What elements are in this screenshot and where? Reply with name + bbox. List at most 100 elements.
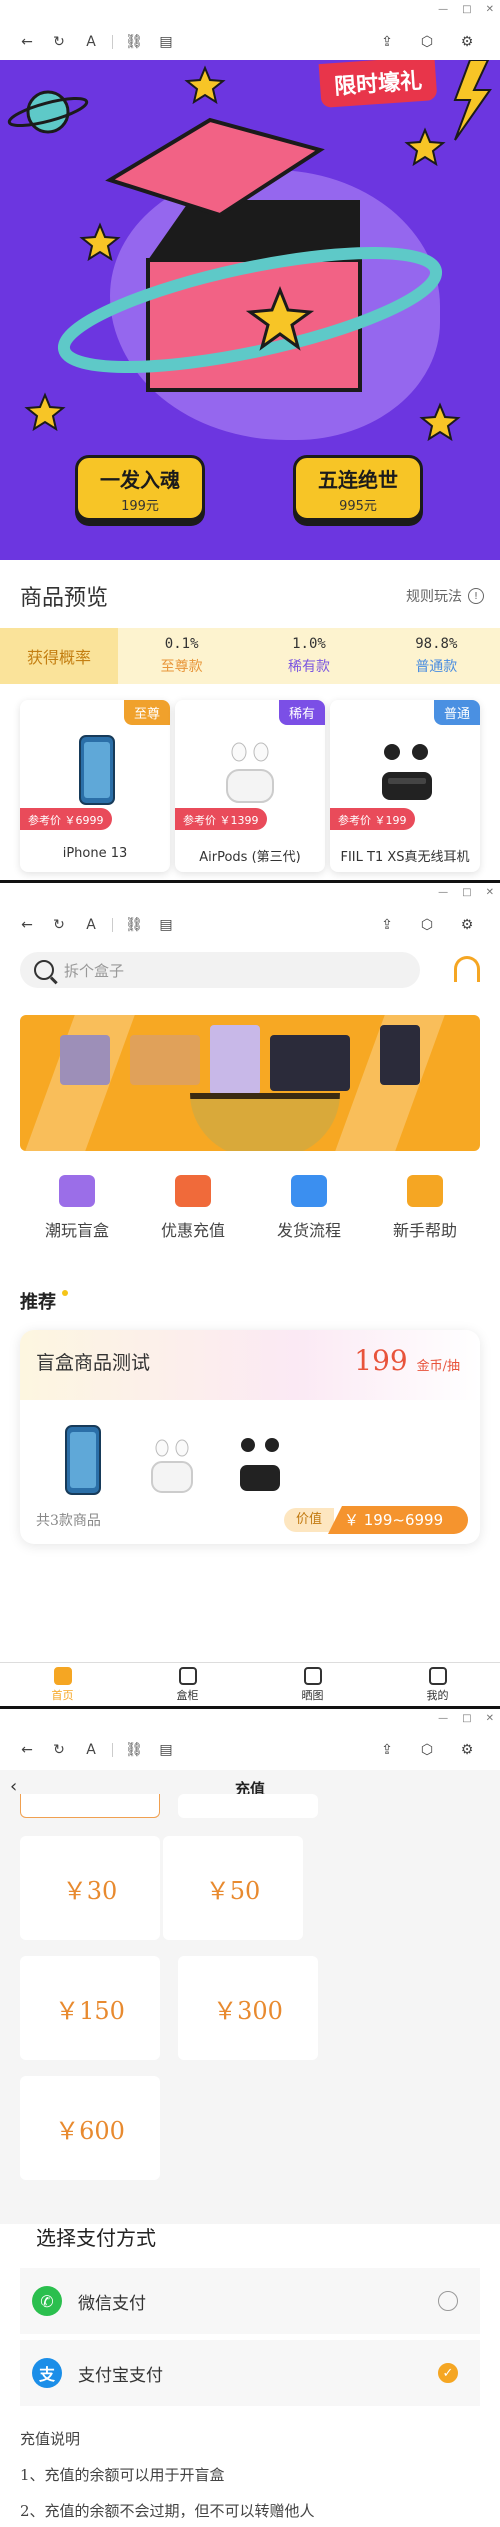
reference-price: 参考价 ￥199: [330, 808, 415, 830]
link-icon[interactable]: ⛓: [121, 1737, 147, 1763]
maximize-icon[interactable]: □: [462, 4, 471, 15]
draw-five-button[interactable]: 五连绝世 995元: [293, 455, 423, 521]
back-arrow-icon[interactable]: ←: [14, 1737, 40, 1763]
refresh-icon[interactable]: ↻: [46, 1737, 72, 1763]
promo-banner[interactable]: [20, 1015, 480, 1151]
window-titlebar: — □ ✕: [0, 1709, 500, 1731]
close-icon[interactable]: ✕: [486, 887, 494, 898]
toolbar-right-group: ⇪ ⬡ ⚙: [374, 1737, 486, 1763]
product-card-iphone[interactable]: 至尊 参考价 ￥6999 iPhone 13: [20, 700, 170, 872]
product-name: iPhone 13: [62, 846, 128, 861]
search-bar[interactable]: 拆个盒子: [20, 952, 420, 988]
draw-once-button[interactable]: 一发入魂 199元: [75, 455, 205, 521]
tab-label: 我的: [426, 1689, 449, 1702]
settings-icon[interactable]: ⚙: [454, 29, 480, 55]
watch-image: [380, 1025, 420, 1085]
tier-common: 98.8% 普通款: [373, 628, 500, 684]
window-titlebar: — □ ✕: [0, 883, 500, 905]
calendar-icon[interactable]: ▤: [153, 29, 179, 55]
settings-icon[interactable]: ⚙: [454, 1737, 480, 1763]
radio-unselected[interactable]: [438, 2291, 458, 2311]
wallet-icon: [175, 1175, 211, 1207]
tier-pct: 1.0%: [292, 636, 326, 652]
window-controls: — □ ✕: [438, 4, 494, 15]
link-icon[interactable]: ⛓: [121, 912, 147, 938]
cube-icon[interactable]: ⬡: [414, 29, 440, 55]
pay-method-wechat[interactable]: ✆ 微信支付: [20, 2268, 480, 2334]
recharge-option[interactable]: ￥50: [163, 1836, 303, 1940]
recharge-option-partial[interactable]: [20, 1794, 160, 1818]
browser-toolbar: ← ↻ A ⛓ ▤ ⇪ ⬡ ⚙: [0, 22, 500, 62]
payment-title: 选择支付方式: [36, 2226, 156, 2250]
quick-recharge[interactable]: 优惠充值: [138, 1175, 248, 1241]
quick-shipping[interactable]: 发货流程: [254, 1175, 364, 1241]
quick-help[interactable]: 新手帮助: [370, 1175, 480, 1241]
product-card-airpods[interactable]: 稀有 参考价 ￥1399 AirPods (第三代): [175, 700, 325, 872]
recharge-option-partial[interactable]: [178, 1794, 318, 1818]
calendar-icon[interactable]: ▤: [153, 912, 179, 938]
font-icon[interactable]: A: [78, 29, 104, 55]
share-icon[interactable]: ⇪: [374, 29, 400, 55]
earbuds-image: [240, 1438, 280, 1491]
tab-box-cabinet[interactable]: 盒柜: [125, 1663, 250, 1706]
share-icon[interactable]: ⇪: [374, 1737, 400, 1763]
quick-label: 发货流程: [276, 1221, 341, 1240]
minimize-icon[interactable]: —: [438, 4, 448, 15]
tier-supreme: 0.1% 至尊款: [118, 628, 245, 684]
minimize-icon[interactable]: —: [438, 887, 448, 898]
rules-link[interactable]: 规则玩法 !: [406, 586, 484, 606]
blind-box-card[interactable]: 盲盒商品测试 199 金币/抽 共3款商品 价值 ￥ 199~6999: [20, 1330, 480, 1544]
share-icon[interactable]: ⇪: [374, 912, 400, 938]
pay-method-alipay[interactable]: 支 支付宝支付 ✓: [20, 2340, 480, 2406]
recharge-option[interactable]: ￥600: [20, 2076, 160, 2180]
book-icon: [407, 1175, 443, 1207]
tier-rare: 1.0% 稀有款: [245, 628, 372, 684]
toolbar-divider: [112, 1743, 113, 1757]
close-icon[interactable]: ✕: [486, 1713, 494, 1724]
radio-selected[interactable]: ✓: [438, 2363, 458, 2383]
minimize-icon[interactable]: —: [438, 1713, 448, 1724]
font-icon[interactable]: A: [78, 912, 104, 938]
user-icon: [428, 1667, 447, 1685]
probability-bar: 获得概率 0.1% 至尊款 1.0% 稀有款 98.8% 普通款: [0, 628, 500, 684]
refresh-icon[interactable]: ↻: [46, 912, 72, 938]
back-arrow-icon[interactable]: ←: [14, 912, 40, 938]
refresh-icon[interactable]: ↻: [46, 29, 72, 55]
font-icon[interactable]: A: [78, 1737, 104, 1763]
tab-home[interactable]: 首页: [0, 1663, 125, 1706]
tab-showcase[interactable]: 晒图: [250, 1663, 375, 1706]
window-controls: — □ ✕: [438, 1713, 494, 1724]
wechat-icon: ✆: [32, 2286, 62, 2316]
tab-label: 盒柜: [176, 1689, 199, 1702]
tab-profile[interactable]: 我的: [375, 1663, 500, 1706]
image-icon: [303, 1667, 322, 1685]
maximize-icon[interactable]: □: [462, 887, 471, 898]
close-icon[interactable]: ✕: [486, 4, 494, 15]
cube-icon[interactable]: ⬡: [414, 1737, 440, 1763]
box-price-value: 199: [354, 1344, 408, 1377]
box-price: 199 金币/抽: [354, 1344, 460, 1377]
quick-blind-box[interactable]: 潮玩盲盒: [22, 1175, 132, 1241]
recharge-option[interactable]: ￥300: [178, 1956, 318, 2060]
draw-once-label: 一发入魂: [100, 468, 180, 492]
recharge-option[interactable]: ￥30: [20, 1836, 160, 1940]
notes-title: 充值说明: [20, 2430, 81, 2448]
toolbar-divider: [112, 918, 113, 932]
item-count: 共3款商品: [36, 1513, 101, 1529]
tier-name: 普通款: [415, 659, 458, 675]
search-placeholder: 拆个盒子: [64, 961, 125, 980]
quick-label: 优惠充值: [160, 1221, 225, 1240]
alipay-icon: 支: [32, 2358, 62, 2388]
link-icon[interactable]: ⛓: [121, 29, 147, 55]
product-card-fiil[interactable]: 普通 参考价 ￥199 FIIL T1 XS真无线耳机: [330, 700, 480, 872]
maximize-icon[interactable]: □: [462, 1713, 471, 1724]
back-arrow-icon[interactable]: ←: [14, 29, 40, 55]
product-name: FIIL T1 XS真无线耳机: [340, 850, 470, 865]
calendar-icon[interactable]: ▤: [153, 1737, 179, 1763]
cube-icon[interactable]: ⬡: [414, 912, 440, 938]
quick-label: 新手帮助: [392, 1221, 457, 1240]
probability-label: 获得概率: [0, 628, 118, 684]
recharge-option[interactable]: ￥150: [20, 1956, 160, 2060]
settings-icon[interactable]: ⚙: [454, 912, 480, 938]
headset-icon[interactable]: [454, 956, 480, 982]
